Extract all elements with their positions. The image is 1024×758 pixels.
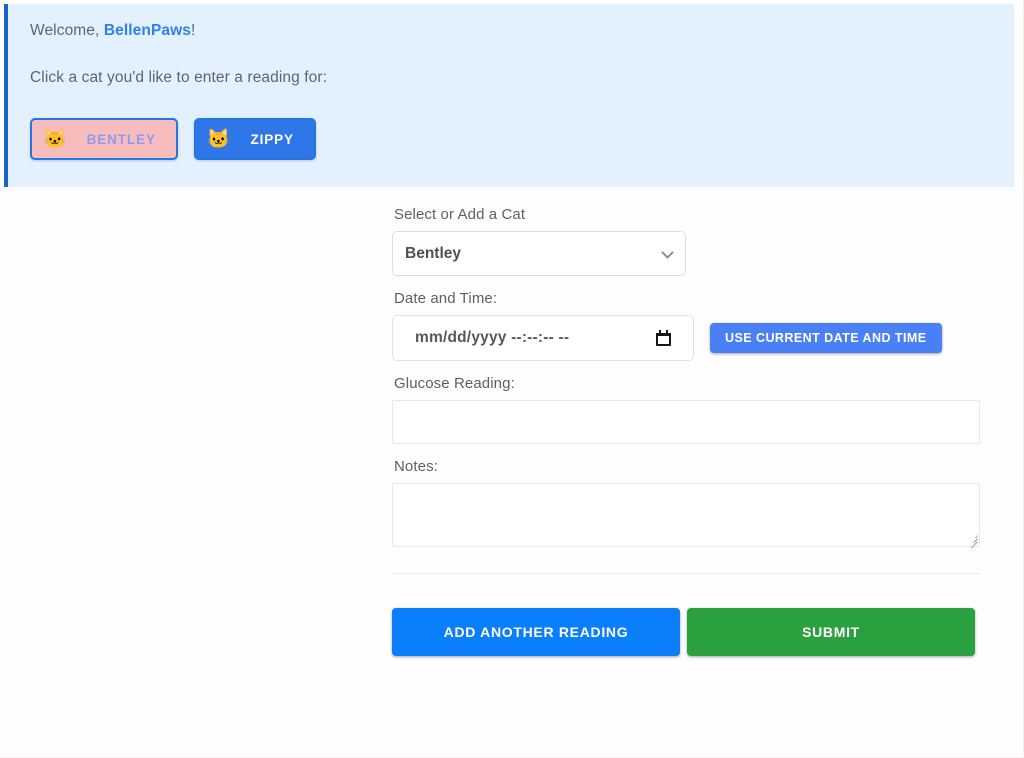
welcome-alert: Welcome, BellenPaws! Click a cat you'd l… — [4, 4, 1014, 187]
cat-select-input[interactable]: Bentley — [392, 231, 686, 276]
welcome-prefix: Welcome, — [30, 22, 104, 39]
datetime-input[interactable]: mm/dd/yyyy --:--:-- -- — [392, 315, 694, 361]
cat-face-icon: 🐱 — [43, 128, 68, 150]
add-another-reading-button[interactable]: ADD ANOTHER READING — [392, 608, 680, 656]
form-divider — [392, 573, 980, 574]
calendar-tick-left — [659, 330, 661, 334]
cat-button-label: ZIPPY — [250, 131, 294, 147]
cat-select-label: Select or Add a Cat — [394, 206, 526, 223]
cat-face-icon: 🐱 — [206, 128, 232, 150]
form-actions: ADD ANOTHER READING SUBMIT — [392, 608, 980, 656]
calendar-tick-right — [666, 330, 668, 334]
cat-button-bentley[interactable]: 🐱 BENTLEY — [30, 118, 178, 160]
submit-button[interactable]: SUBMIT — [687, 608, 975, 656]
glucose-input[interactable] — [392, 400, 980, 444]
welcome-message: Welcome, BellenPaws! — [30, 22, 990, 41]
welcome-username: BellenPaws — [103, 22, 191, 39]
welcome-suffix: ! — [191, 22, 196, 39]
datetime-label: Date and Time: — [394, 290, 498, 307]
notes-label: Notes: — [394, 458, 438, 475]
cat-button-label: BENTLEY — [86, 131, 156, 147]
cat-button-zippy[interactable]: 🐱 ZIPPY — [193, 118, 316, 160]
datetime-row: mm/dd/yyyy --:--:-- -- USE CURRENT DATE … — [392, 315, 980, 361]
notes-wrapper — [392, 483, 980, 549]
use-current-datetime-button[interactable]: USE CURRENT DATE AND TIME — [710, 323, 942, 353]
cat-button-row: 🐱 BENTLEY 🐱 ZIPPY — [30, 118, 316, 160]
glucose-label: Glucose Reading: — [394, 375, 515, 392]
calendar-icon[interactable] — [656, 330, 671, 346]
notes-input[interactable] — [392, 483, 980, 547]
cat-select-wrapper: Bentley — [392, 231, 686, 276]
page-root: Welcome, BellenPaws! Click a cat you'd l… — [0, 0, 1024, 758]
cat-select-prompt: Click a cat you'd like to enter a readin… — [30, 68, 328, 86]
datetime-placeholder-text: mm/dd/yyyy --:--:-- -- — [415, 329, 570, 346]
reading-form: Select or Add a Cat Bentley Date and Tim… — [392, 206, 980, 656]
